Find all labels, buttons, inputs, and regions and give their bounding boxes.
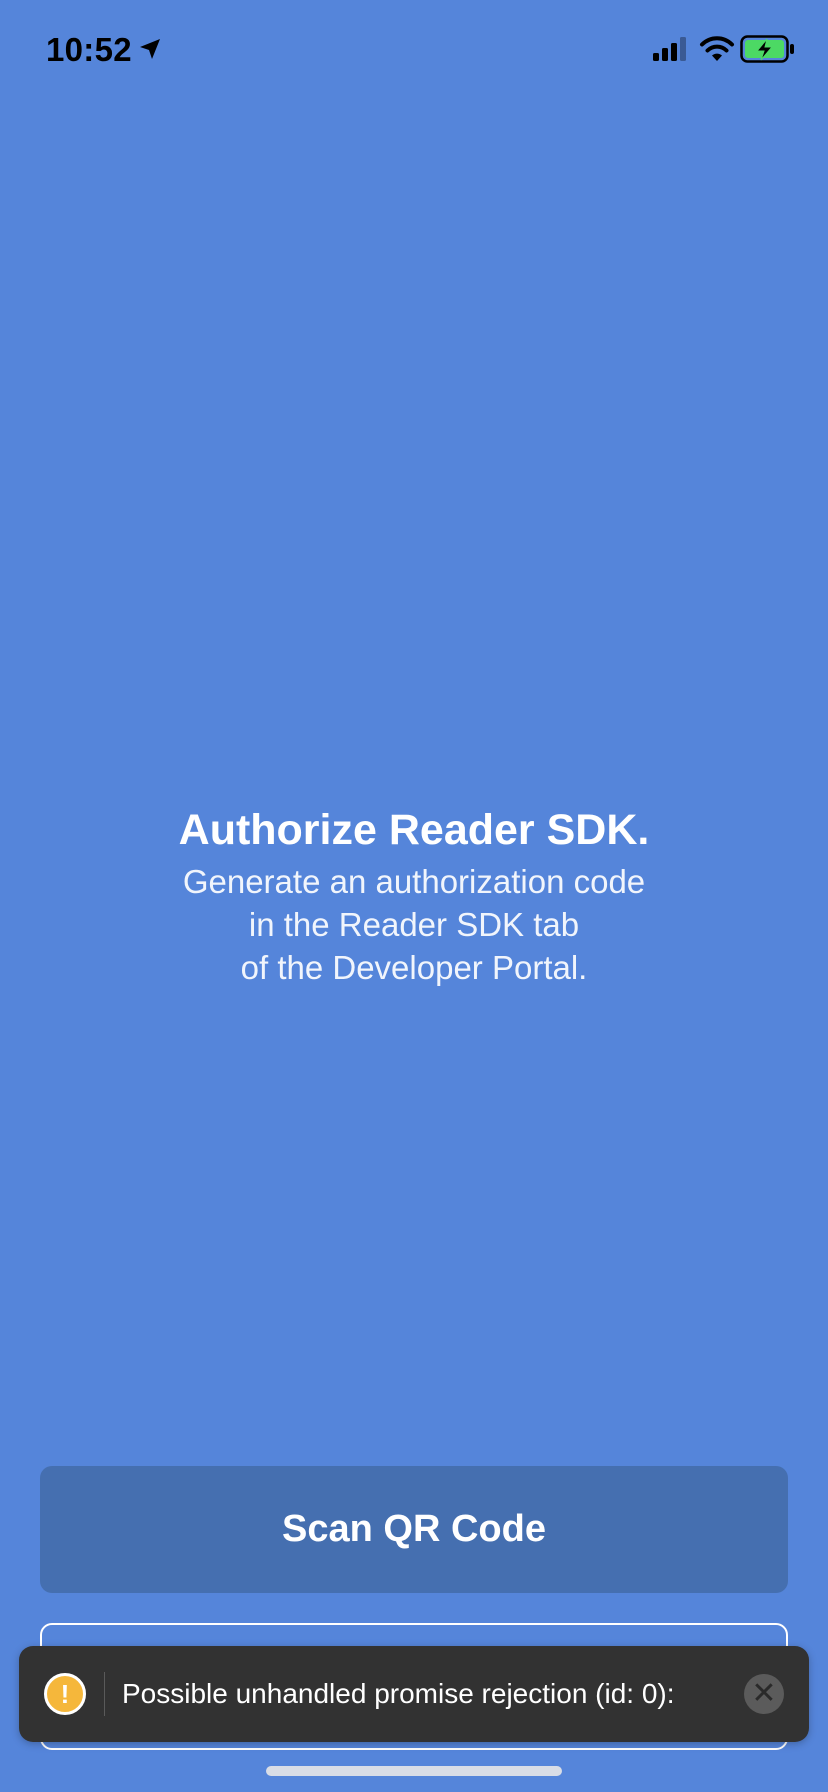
- warning-icon: !: [44, 1673, 86, 1715]
- status-time: 10:52: [46, 31, 132, 68]
- status-bar: 10:52: [0, 0, 828, 96]
- scan-qr-code-button[interactable]: Scan QR Code: [40, 1466, 788, 1593]
- cellular-signal-icon: [653, 37, 686, 61]
- warning-toast[interactable]: ! Possible unhandled promise rejection (…: [19, 1646, 809, 1742]
- close-icon[interactable]: ✕: [744, 1674, 784, 1714]
- wifi-icon: [700, 36, 734, 61]
- toast-divider: [104, 1672, 105, 1716]
- instruction-line-2: in the Reader SDK tab: [248, 906, 580, 943]
- instruction-line-3: of the Developer Portal.: [240, 949, 588, 986]
- toast-message[interactable]: Possible unhandled promise rejection (id…: [122, 1674, 675, 1714]
- instruction-line-1: Generate an authorization code: [182, 863, 646, 900]
- page-title: Authorize Reader SDK.: [178, 806, 650, 854]
- battery-charging-icon: [740, 35, 794, 63]
- authorize-instructions: Authorize Reader SDK. Generate an author…: [0, 800, 828, 989]
- location-arrow-icon: [140, 39, 160, 59]
- home-indicator[interactable]: [266, 1766, 562, 1776]
